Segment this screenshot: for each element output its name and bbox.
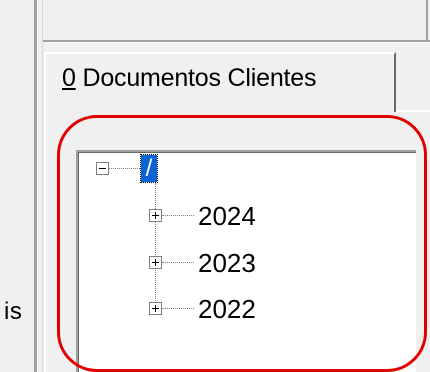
tree-connector [162, 308, 194, 309]
tab-page-top-edge [396, 110, 430, 112]
top-panel-right-edge [426, 0, 428, 42]
tree-view-inner-shadow-top [78, 152, 416, 153]
minus-box-icon[interactable] [96, 162, 109, 175]
left-frame-inner-edge [42, 0, 43, 372]
tree-node-2022[interactable]: 2022 [198, 296, 256, 322]
tab-page-left-edge [44, 110, 46, 372]
tree-connector [162, 262, 194, 263]
tab-hotkey: 0 [62, 64, 76, 92]
tab-label: 0 Documentos Clientes [62, 64, 316, 93]
top-panel-border-highlight [43, 42, 430, 43]
tree-connector-vertical [155, 183, 156, 301]
left-panel-label-fragment: is [4, 298, 23, 325]
tree-node-2023[interactable]: 2023 [198, 250, 256, 276]
left-frame-highlight [37, 0, 38, 372]
tree-connector [162, 215, 194, 216]
tree-root-node[interactable]: / [140, 154, 158, 183]
tree-view-inner-shadow-left [78, 152, 79, 372]
top-panel [43, 0, 430, 40]
plus-box-icon[interactable] [149, 209, 162, 222]
tree-node-2024[interactable]: 2024 [198, 203, 256, 229]
tab-label-text: Documentos Clientes [75, 64, 317, 92]
plus-box-icon[interactable] [149, 256, 162, 269]
plus-box-icon[interactable] [149, 302, 162, 315]
tree-connector [109, 168, 140, 169]
